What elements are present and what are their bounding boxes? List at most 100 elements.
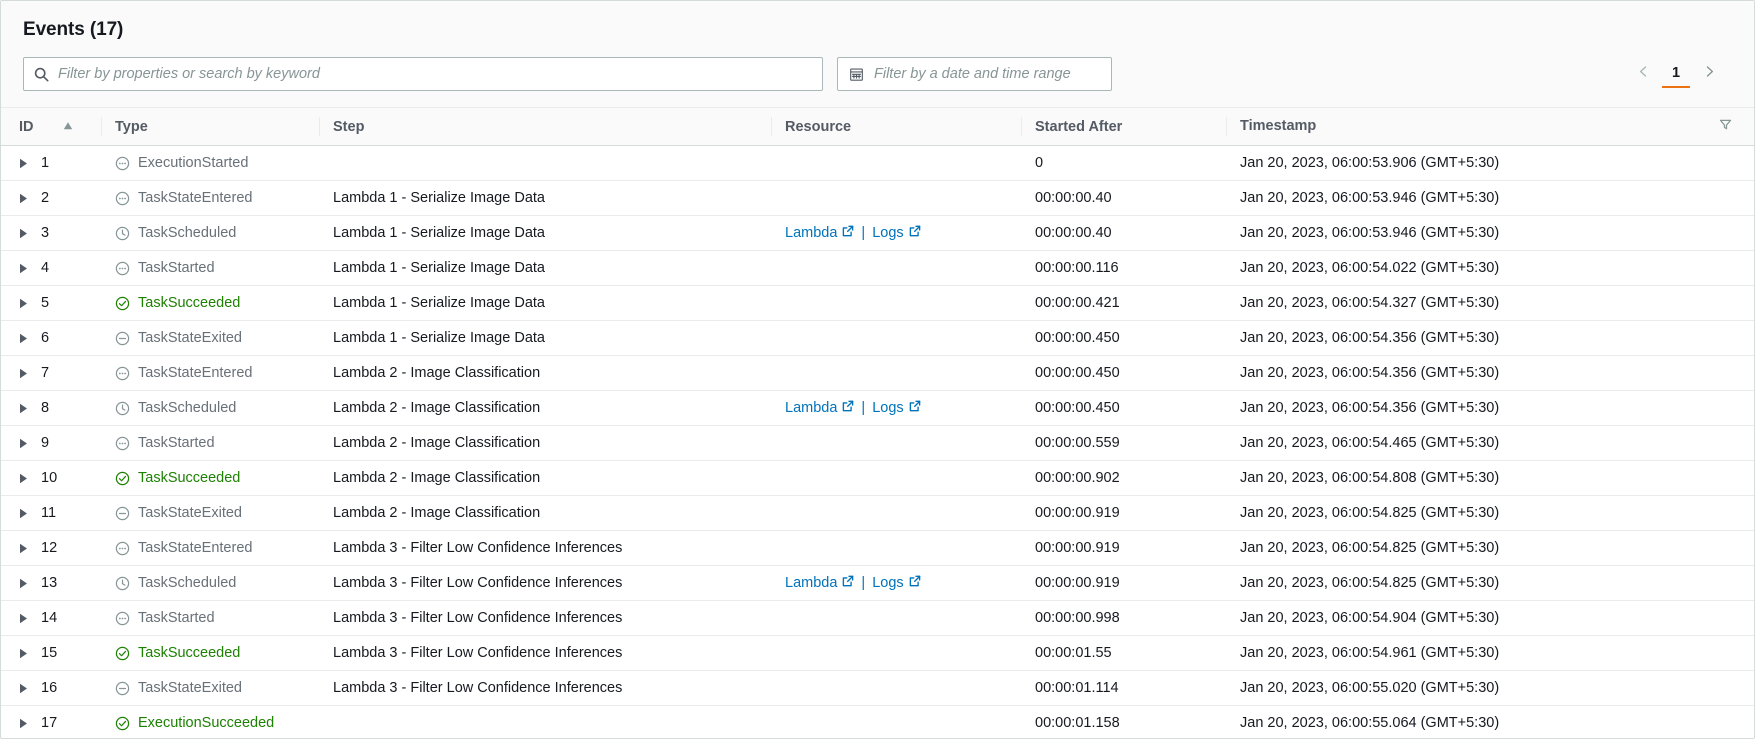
ellipsis-circle-icon xyxy=(115,611,130,626)
table-row[interactable]: 8 TaskScheduled Lambda 2 - Image Classific… xyxy=(1,390,1754,426)
chevron-left-icon xyxy=(1637,65,1650,83)
cell-type: TaskStateExited xyxy=(101,495,319,531)
column-header-timestamp[interactable]: Timestamp xyxy=(1226,107,1754,146)
cell-step: Lambda 1 - Serialize Image Data xyxy=(319,215,771,251)
expand-triangle-icon[interactable] xyxy=(19,578,28,589)
table-row[interactable]: 7 TaskStateEntered Lambda 2 - Image Classi… xyxy=(1,355,1754,391)
minus-circle-icon xyxy=(115,331,130,346)
search-icon xyxy=(34,67,49,82)
expand-triangle-icon[interactable] xyxy=(19,333,28,344)
column-header-started-after[interactable]: Started After xyxy=(1021,107,1226,146)
expand-triangle-icon[interactable] xyxy=(19,298,28,309)
expand-triangle-icon[interactable] xyxy=(19,508,28,519)
cell-started-after: 00:00:00.559 xyxy=(1021,425,1226,461)
expand-triangle-icon[interactable] xyxy=(19,613,28,624)
row-id-label: 1 xyxy=(41,155,50,171)
expand-triangle-icon[interactable] xyxy=(19,403,28,414)
cell-resource: Lambda | Logs xyxy=(771,215,1021,251)
table-row[interactable]: 11 TaskStateExited Lambda 2 - Image Classi… xyxy=(1,495,1754,531)
cell-id: 13 xyxy=(1,565,101,601)
expand-triangle-icon[interactable] xyxy=(19,263,28,274)
cell-type: TaskStarted xyxy=(101,600,319,636)
table-row[interactable]: 4 TaskStarted Lambda 1 - Serialize Image D… xyxy=(1,250,1754,286)
cell-timestamp: Jan 20, 2023, 06:00:54.465 (GMT+5:30) xyxy=(1226,425,1754,461)
table-row[interactable]: 16 TaskStateExited Lambda 3 - Filter Low C… xyxy=(1,670,1754,706)
row-id-label: 10 xyxy=(41,470,58,486)
expand-triangle-icon[interactable] xyxy=(19,438,28,449)
filter-funnel-icon[interactable] xyxy=(1719,118,1732,135)
table-row[interactable]: 12 TaskStateEntered Lambda 3 - Filter Low … xyxy=(1,530,1754,566)
row-id-label: 9 xyxy=(41,435,50,451)
check-circle-icon xyxy=(115,296,130,311)
ellipsis-circle-icon xyxy=(115,156,130,171)
row-id-label: 17 xyxy=(41,715,58,731)
column-header-type[interactable]: Type xyxy=(101,107,319,146)
resource-link-lambda[interactable]: Lambda xyxy=(785,400,854,416)
resource-link-logs[interactable]: Logs xyxy=(872,575,920,591)
expand-triangle-icon[interactable] xyxy=(19,543,28,554)
table-row[interactable]: 15 TaskSucceeded Lambda 3 - Filter Low Con… xyxy=(1,635,1754,671)
event-type-label: TaskStateEntered xyxy=(138,540,253,556)
table-row[interactable]: 3 TaskScheduled Lambda 1 - Serialize Image… xyxy=(1,215,1754,251)
table-row[interactable]: 2 TaskStateEntered Lambda 1 - Serialize Im… xyxy=(1,180,1754,216)
next-page-button[interactable] xyxy=(1694,59,1724,89)
cell-id: 15 xyxy=(1,635,101,671)
cell-started-after: 00:00:00.450 xyxy=(1021,355,1226,391)
column-header-id[interactable]: ID xyxy=(1,107,101,146)
cell-step: Lambda 3 - Filter Low Confidence Inferen… xyxy=(319,530,771,566)
table-row[interactable]: 13 TaskScheduled Lambda 3 - Filter Low Con… xyxy=(1,565,1754,601)
cell-id: 14 xyxy=(1,600,101,636)
resource-link-lambda[interactable]: Lambda xyxy=(785,575,854,591)
page-number-1[interactable]: 1 xyxy=(1662,60,1690,88)
sort-ascending-icon xyxy=(63,119,73,135)
table-row[interactable]: 9 TaskStarted Lambda 2 - Image Classificat… xyxy=(1,425,1754,461)
cell-id: 7 xyxy=(1,355,101,391)
cell-started-after: 00:00:00.40 xyxy=(1021,215,1226,251)
cell-resource xyxy=(771,705,1021,738)
resource-link-lambda[interactable]: Lambda xyxy=(785,225,854,241)
resource-link-label: Lambda xyxy=(785,575,838,591)
expand-triangle-icon[interactable] xyxy=(19,648,28,659)
event-type-label: TaskStateExited xyxy=(138,330,242,346)
cell-step xyxy=(319,705,771,738)
expand-triangle-icon[interactable] xyxy=(19,158,28,169)
resource-link-logs[interactable]: Logs xyxy=(872,225,920,241)
cell-step: Lambda 1 - Serialize Image Data xyxy=(319,250,771,286)
cell-started-after: 00:00:00.919 xyxy=(1021,530,1226,566)
table-row[interactable]: 17 ExecutionSucceeded 00:00:01.158 Jan 20, … xyxy=(1,705,1754,738)
cell-type: TaskSucceeded xyxy=(101,635,319,671)
date-range-filter[interactable]: Filter by a date and time range xyxy=(837,57,1112,91)
table-row[interactable]: 14 TaskStarted Lambda 3 - Filter Low Confi… xyxy=(1,600,1754,636)
cell-timestamp: Jan 20, 2023, 06:00:54.961 (GMT+5:30) xyxy=(1226,635,1754,671)
expand-triangle-icon[interactable] xyxy=(19,368,28,379)
row-id-label: 16 xyxy=(41,680,58,696)
search-box[interactable] xyxy=(23,57,823,91)
expand-triangle-icon[interactable] xyxy=(19,683,28,694)
cell-type: TaskScheduled xyxy=(101,215,319,251)
external-link-icon xyxy=(909,225,921,241)
cell-timestamp: Jan 20, 2023, 06:00:54.825 (GMT+5:30) xyxy=(1226,530,1754,566)
check-circle-icon xyxy=(115,646,130,661)
column-header-step[interactable]: Step xyxy=(319,107,771,146)
table-row[interactable]: 5 TaskSucceeded Lambda 1 - Serialize Image… xyxy=(1,285,1754,321)
expand-triangle-icon[interactable] xyxy=(19,193,28,204)
column-header-resource-label: Resource xyxy=(785,118,852,135)
search-input[interactable] xyxy=(58,58,812,90)
table-row[interactable]: 1 ExecutionStarted 0 Jan 20, 2023, 06:00:53… xyxy=(1,145,1754,181)
expand-triangle-icon[interactable] xyxy=(19,228,28,239)
table-row[interactable]: 6 TaskStateExited Lambda 1 - Serialize Ima… xyxy=(1,320,1754,356)
cell-type: TaskStateEntered xyxy=(101,180,319,216)
column-header-resource[interactable]: Resource xyxy=(771,107,1021,146)
cell-timestamp: Jan 20, 2023, 06:00:54.904 (GMT+5:30) xyxy=(1226,600,1754,636)
expand-triangle-icon[interactable] xyxy=(19,473,28,484)
cell-resource xyxy=(771,180,1021,216)
expand-triangle-icon[interactable] xyxy=(19,718,28,729)
external-link-icon xyxy=(842,225,854,241)
resource-link-logs[interactable]: Logs xyxy=(872,400,920,416)
resource-separator: | xyxy=(861,225,866,241)
table-row[interactable]: 10 TaskSucceeded Lambda 2 - Image Classifi… xyxy=(1,460,1754,496)
previous-page-button[interactable] xyxy=(1628,59,1658,89)
cell-step xyxy=(319,145,771,181)
cell-resource xyxy=(771,250,1021,286)
cell-started-after: 00:00:00.450 xyxy=(1021,320,1226,356)
